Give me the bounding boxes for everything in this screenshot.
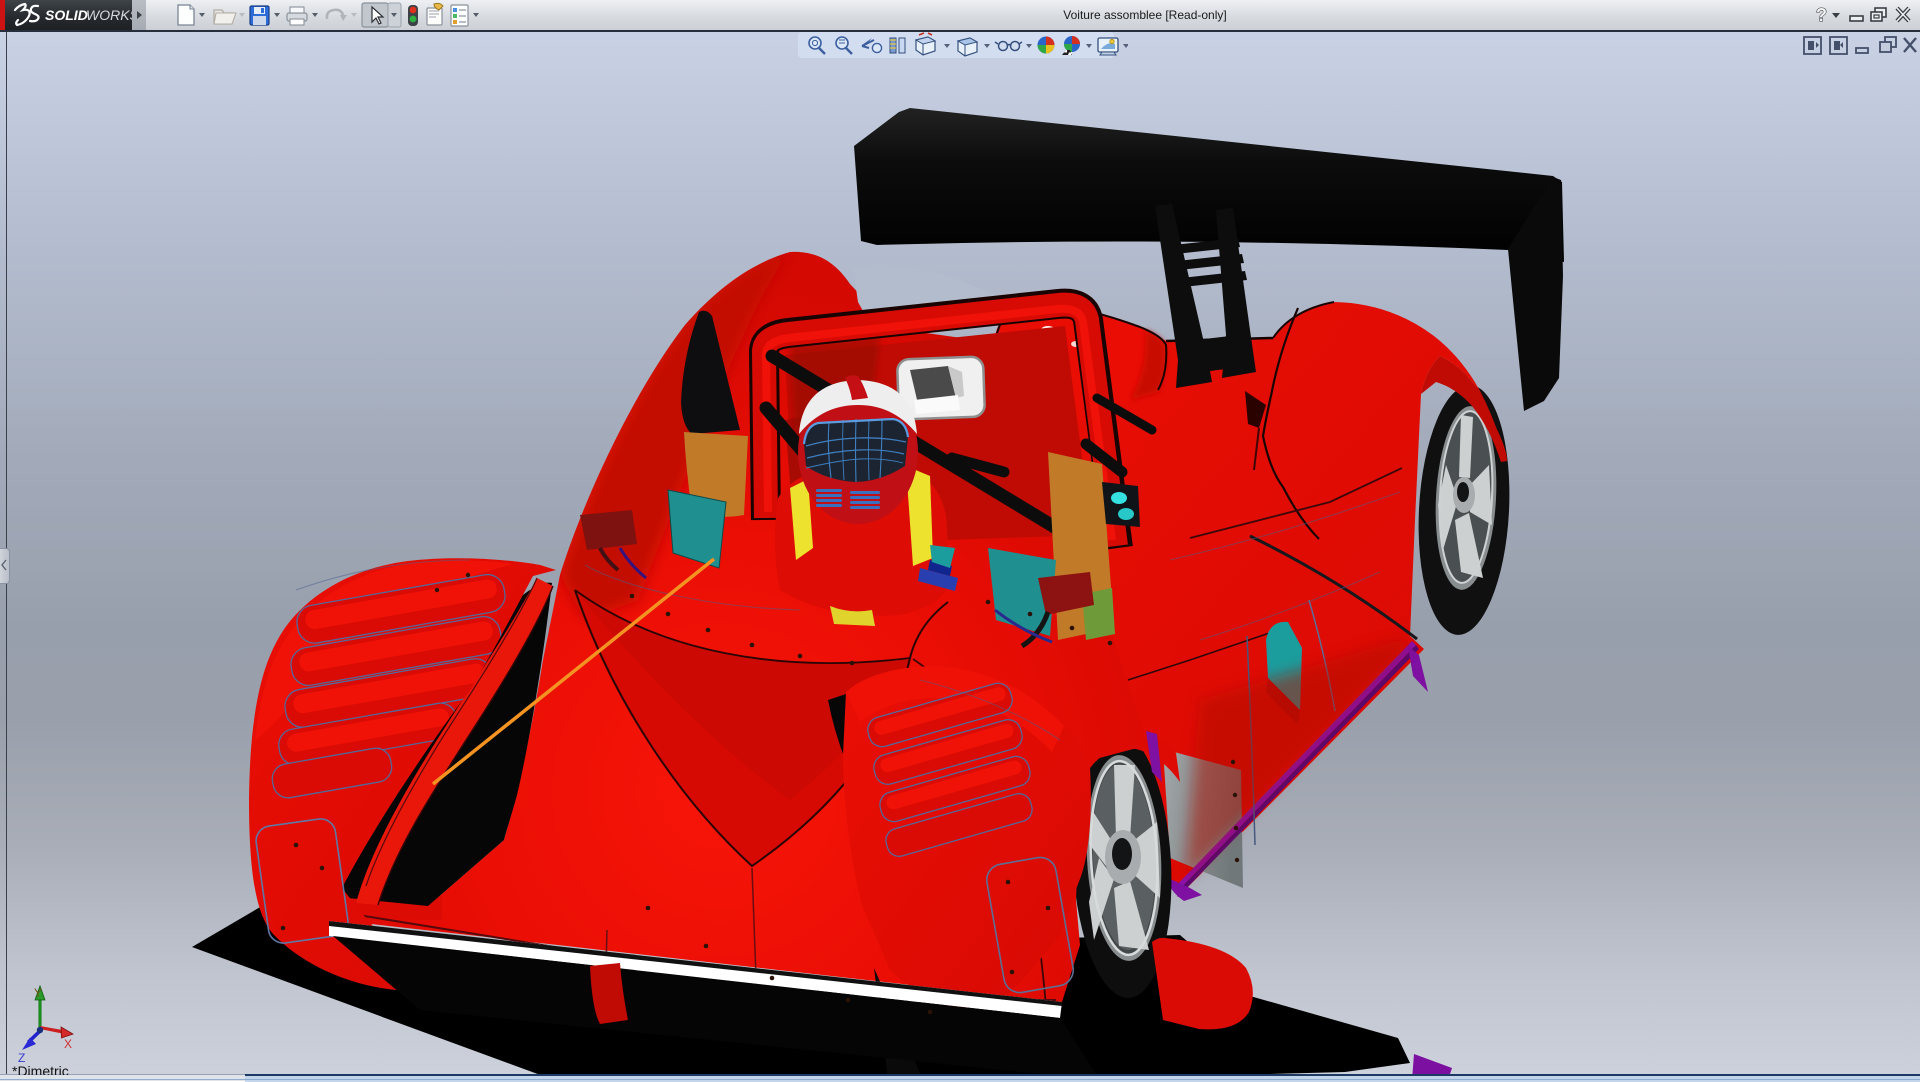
svg-text:WORKS: WORKS	[86, 7, 132, 23]
svg-text:Y: Y	[34, 986, 42, 1000]
svg-text:X: X	[64, 1037, 72, 1051]
svg-text:SOLID: SOLID	[45, 7, 88, 23]
svg-text:?: ?	[1816, 5, 1827, 25]
